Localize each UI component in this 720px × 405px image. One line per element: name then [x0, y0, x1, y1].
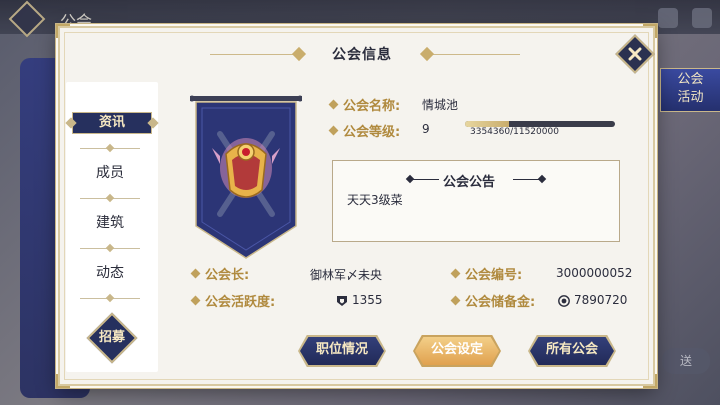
guild-banner-emblem[interactable]: [190, 94, 302, 262]
guild-settings-button-label: 公会设定: [430, 342, 483, 357]
home-icon[interactable]: [692, 8, 712, 28]
guild-id-row: 公会编号:: [450, 264, 523, 283]
recruit-button[interactable]: 招募: [86, 312, 138, 364]
tab-info[interactable]: 资讯: [72, 112, 152, 134]
coin-icon: [558, 294, 570, 307]
guild-fund-value: 7890720: [574, 293, 628, 307]
side-nav: 资讯 成员 建筑 动态 招募: [60, 112, 160, 370]
bullet-icon: [190, 295, 201, 306]
guild-leader-value: 御林军〆未央: [310, 268, 383, 282]
guild-activity-value-wrap: 1355: [336, 293, 383, 307]
dialog-title-wrap: 公会信息: [292, 42, 432, 66]
positions-button[interactable]: 职位情况: [298, 335, 386, 367]
guild-id-label: 公会编号:: [465, 268, 523, 283]
all-guilds-button[interactable]: 所有公会: [528, 335, 616, 367]
guild-level-label: 公会等级:: [343, 125, 401, 140]
positions-button-label: 职位情况: [315, 342, 368, 357]
notice-ornament: [513, 179, 539, 180]
close-icon: [628, 47, 642, 61]
recruit-label: 招募: [98, 330, 125, 345]
guild-info-dialog: 公会信息 资讯 成员 建筑 动态 招募 公会名称: 情城池 公会等级: 9 33…: [56, 24, 657, 388]
guild-level-row: 公会等级:: [328, 121, 401, 140]
bullet-icon: [190, 268, 201, 279]
guild-leader-label: 公会长:: [205, 268, 250, 283]
corner-ornament: [643, 374, 657, 388]
nav-divider: [80, 298, 140, 299]
guild-id-value: 3000000052: [556, 266, 633, 280]
top-bar-icons: [658, 8, 712, 28]
guild-settings-button[interactable]: 公会设定: [413, 335, 501, 367]
tab-activity-log[interactable]: 动态: [60, 252, 160, 294]
nav-divider: [80, 148, 140, 149]
guild-activity-label: 公会活跃度:: [205, 295, 276, 310]
menu-emblem-icon[interactable]: [8, 0, 46, 38]
tab-members[interactable]: 成员: [60, 152, 160, 194]
guild-exp-text: 3354360/11520000: [470, 127, 559, 137]
activity-shield-icon: [337, 295, 347, 306]
guild-activity-value: 1355: [352, 293, 383, 307]
corner-ornament: [56, 374, 70, 388]
title-divider: [430, 54, 520, 55]
guild-fund-row: 公会储备金:: [450, 291, 536, 310]
bullet-icon: [328, 125, 339, 136]
guild-level-value: 9: [422, 122, 430, 136]
close-button[interactable]: [615, 34, 655, 74]
title-divider: [210, 54, 300, 55]
bullet-icon: [450, 268, 461, 279]
guild-activity-label: 公会 活动: [677, 72, 704, 105]
send-button[interactable]: 送: [662, 348, 710, 374]
corner-ornament: [56, 24, 70, 38]
guild-activity-banner[interactable]: 公会 活动: [660, 68, 720, 112]
guild-activity-row: 公会活跃度:: [190, 291, 276, 310]
dialog-title: 公会信息: [332, 47, 392, 63]
settings-icon[interactable]: [658, 8, 678, 28]
notice-ornament: [413, 179, 439, 180]
guild-name-label: 公会名称:: [343, 99, 401, 114]
notice-ornament: [537, 174, 547, 184]
corner-ornament: [643, 24, 657, 38]
notice-header: 公会公告: [333, 171, 619, 190]
guild-fund-label: 公会储备金:: [465, 295, 536, 310]
all-guilds-button-label: 所有公会: [545, 342, 598, 357]
guild-name-value: 情城池: [422, 98, 459, 112]
tab-buildings[interactable]: 建筑: [60, 202, 160, 244]
guild-fund-value-wrap: 7890720: [558, 293, 627, 307]
guild-name-row: 公会名称:: [328, 95, 401, 114]
guild-notice-box[interactable]: 公会公告 天天3级菜: [332, 160, 620, 242]
nav-divider: [80, 198, 140, 199]
notice-title: 公会公告: [443, 175, 496, 190]
notice-content: 天天3级菜: [347, 193, 403, 207]
bullet-icon: [450, 295, 461, 306]
nav-divider: [80, 248, 140, 249]
guild-leader-row: 公会长:: [190, 264, 250, 283]
bullet-icon: [328, 99, 339, 110]
